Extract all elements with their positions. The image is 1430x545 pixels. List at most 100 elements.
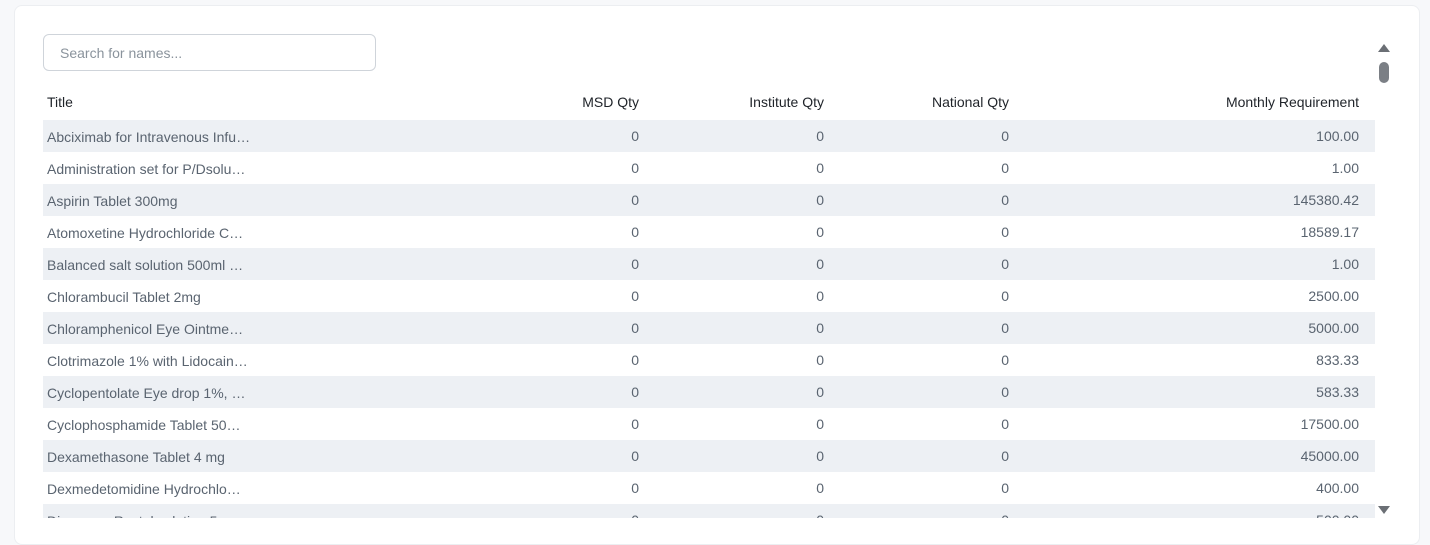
table-row[interactable]: Cyclopentolate Eye drop 1%, … 0 0 0 583.33 <box>43 376 1375 408</box>
cell-institute-qty: 0 <box>816 192 824 208</box>
table-row[interactable]: Balanced salt solution 500ml … 0 0 0 1.00 <box>43 248 1375 280</box>
cell-title-text: Administration set for P/Dsolu… <box>47 160 246 177</box>
table-row[interactable]: Atomoxetine Hydrochloride C… 0 0 0 18589.17 <box>43 216 1375 248</box>
requirements-table: Title MSD Qty Institute Qty National Qty… <box>43 84 1375 518</box>
cell-title: Atomoxetine Hydrochloride C… <box>43 216 475 248</box>
header-row: Title MSD Qty Institute Qty National Qty… <box>43 84 1375 120</box>
cell-monthly-requirement: 500.00 <box>1025 504 1375 518</box>
table-row[interactable]: Administration set for P/Dsolu… 0 0 0 1.00 <box>43 152 1375 184</box>
cell-title: Diazepam Rectal solution 5mg <box>43 504 475 518</box>
cell-title: Clotrimazole 1% with Lidocain… <box>43 344 475 376</box>
cell-title-text: Chlorambucil Tablet 2mg <box>47 288 201 305</box>
cell-msd-qty: 0 <box>631 384 639 400</box>
table-row[interactable]: Aspirin Tablet 300mg 0 0 0 145380.42 <box>43 184 1375 216</box>
cell-monthly-requirement: 1.00 <box>1331 160 1359 176</box>
cell-msd-qty: 0 <box>631 352 639 368</box>
cell-msd-qty: 0 <box>631 160 639 176</box>
cell-national-qty: 0 <box>1001 160 1009 176</box>
cell-institute-qty: 0 <box>816 160 824 176</box>
cell-institute-qty: 0 <box>816 416 824 432</box>
cell-institute-qty: 0 <box>816 224 824 240</box>
cell-monthly-requirement: 583.33 <box>1316 384 1359 400</box>
cell-national-qty: 0 <box>1001 480 1009 496</box>
cell-msd-qty: 0 <box>631 224 639 240</box>
table-viewport[interactable]: Title MSD Qty Institute Qty National Qty… <box>43 84 1375 518</box>
cell-institute-qty: 0 <box>816 480 824 496</box>
cell-national-qty: 0 <box>1001 256 1009 272</box>
cell-title: Dexmedetomidine Hydrochlo… <box>43 472 475 504</box>
scrollbar-thumb[interactable] <box>1379 62 1389 83</box>
cell-national-qty: 0 <box>1001 224 1009 240</box>
cell-monthly-requirement: 5000.00 <box>1308 320 1359 336</box>
table-row[interactable]: Cyclophosphamide Tablet 50… 0 0 0 17500.00 <box>43 408 1375 440</box>
cell-monthly-requirement: 17500.00 <box>1300 416 1359 432</box>
cell-national-qty: 0 <box>1001 384 1009 400</box>
cell-monthly-requirement: 18589.17 <box>1300 224 1359 240</box>
triangle-down-icon[interactable] <box>1378 506 1390 514</box>
header-msd-qty[interactable]: MSD Qty <box>475 84 655 120</box>
search-input[interactable] <box>43 34 376 71</box>
cell-title: Cyclopentolate Eye drop 1%, … <box>43 376 475 408</box>
table-row[interactable]: Diazepam Rectal solution 5mg000500.00 <box>43 504 1375 518</box>
cell-msd-qty: 0 <box>631 320 639 336</box>
cell-monthly-requirement: 400.00 <box>1316 480 1359 496</box>
table-panel: Title MSD Qty Institute Qty National Qty… <box>14 5 1420 545</box>
table-row[interactable]: Abciximab for Intravenous Infu… 0 0 0 100.00 <box>43 120 1375 152</box>
cell-institute-qty: 0 <box>816 320 824 336</box>
cell-title-text: Cyclopentolate Eye drop 1%, … <box>47 384 246 401</box>
cell-title-text: Diazepam Rectal solution 5mg <box>47 513 237 518</box>
cell-title: Dexamethasone Tablet 4 mg <box>43 440 475 472</box>
table-row[interactable]: Chlorambucil Tablet 2mg 0 0 0 2500.00 <box>43 280 1375 312</box>
cell-institute-qty: 0 <box>816 256 824 272</box>
cell-msd-qty: 0 <box>631 448 639 464</box>
vertical-scrollbar[interactable] <box>1377 42 1391 516</box>
header-monthly-requirement[interactable]: Monthly Requirement <box>1025 84 1375 120</box>
header-title[interactable]: Title <box>43 84 475 120</box>
cell-national-qty: 0 <box>1001 192 1009 208</box>
cell-title-text: Clotrimazole 1% with Lidocain… <box>47 352 248 369</box>
cell-institute-qty: 0 <box>816 352 824 368</box>
cell-msd-qty: 0 <box>631 288 639 304</box>
table-body: Abciximab for Intravenous Infu… 0 0 0 100.00… <box>43 120 1375 518</box>
cell-title: Chloramphenicol Eye Ointme… <box>43 312 475 344</box>
cell-institute-qty: 0 <box>816 448 824 464</box>
cell-national-qty: 0 <box>1001 288 1009 304</box>
cell-msd-qty: 0 <box>631 480 639 496</box>
cell-title: Chlorambucil Tablet 2mg <box>43 280 475 312</box>
cell-monthly-requirement: 2500.00 <box>1308 288 1359 304</box>
cell-title-text: Dexmedetomidine Hydrochlo… <box>47 480 241 497</box>
cell-title: Abciximab for Intravenous Infu… <box>43 120 475 152</box>
cell-monthly-requirement: 1.00 <box>1331 256 1359 272</box>
cell-institute-qty: 0 <box>816 128 824 144</box>
table-row[interactable]: Chloramphenicol Eye Ointme… 0 0 0 5000.00 <box>43 312 1375 344</box>
cell-title: Cyclophosphamide Tablet 50… <box>43 408 475 440</box>
triangle-up-icon[interactable] <box>1378 44 1390 52</box>
cell-monthly-requirement: 145380.42 <box>1292 192 1359 208</box>
cell-title: Administration set for P/Dsolu… <box>43 152 475 184</box>
table-row[interactable]: Dexamethasone Tablet 4 mg 0 0 0 45000.00 <box>43 440 1375 472</box>
cell-title-text: Balanced salt solution 500ml … <box>47 256 244 273</box>
cell-title-text: Atomoxetine Hydrochloride C… <box>47 224 244 241</box>
cell-monthly-requirement: 100.00 <box>1316 128 1359 144</box>
cell-title-text: Dexamethasone Tablet 4 mg <box>47 448 225 465</box>
cell-national-qty: 0 <box>1001 320 1009 336</box>
cell-monthly-requirement: 833.33 <box>1316 352 1359 368</box>
cell-monthly-requirement: 45000.00 <box>1300 448 1359 464</box>
cell-national-qty: 0 <box>1001 128 1009 144</box>
header-national-qty[interactable]: National Qty <box>840 84 1025 120</box>
cell-msd-qty: 0 <box>631 192 639 208</box>
cell-title: Aspirin Tablet 300mg <box>43 184 475 216</box>
header-institute-qty[interactable]: Institute Qty <box>655 84 840 120</box>
table-row[interactable]: Dexmedetomidine Hydrochlo… 0 0 0 400.00 <box>43 472 1375 504</box>
cell-title: Balanced salt solution 500ml … <box>43 248 475 280</box>
cell-institute-qty: 0 <box>816 384 824 400</box>
cell-institute-qty: 0 <box>816 288 824 304</box>
cell-title-text: Cyclophosphamide Tablet 50… <box>47 416 241 433</box>
cell-title-text: Chloramphenicol Eye Ointme… <box>47 320 244 337</box>
table-row[interactable]: Clotrimazole 1% with Lidocain… 0 0 0 833.33 <box>43 344 1375 376</box>
cell-msd-qty: 0 <box>631 416 639 432</box>
cell-msd-qty: 0 <box>475 504 655 518</box>
cell-msd-qty: 0 <box>631 128 639 144</box>
cell-title-text: Aspirin Tablet 300mg <box>47 192 178 209</box>
cell-institute-qty: 0 <box>655 504 840 518</box>
